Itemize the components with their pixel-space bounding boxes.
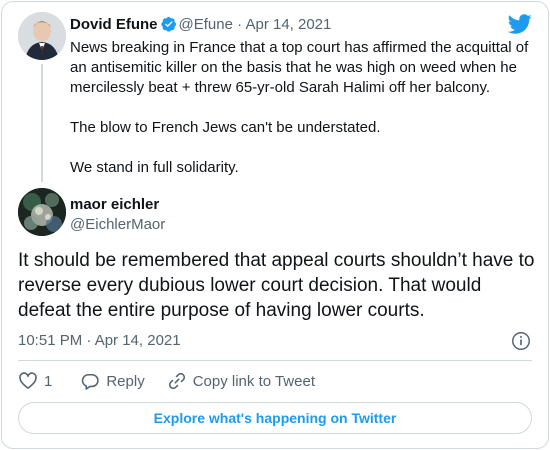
verified-badge-icon <box>160 17 176 32</box>
avatar[interactable] <box>18 12 66 60</box>
author-handle[interactable]: @EichlerMaor <box>70 216 165 234</box>
twitter-bird-icon[interactable] <box>508 12 532 36</box>
copy-link-button[interactable]: Copy link to Tweet <box>167 371 315 391</box>
copy-link-label: Copy link to Tweet <box>192 372 315 390</box>
link-icon <box>168 372 185 390</box>
author-name[interactable]: maor eichler <box>70 196 159 214</box>
thread-connector <box>41 64 43 182</box>
like-count: 1 <box>44 372 53 390</box>
like-button[interactable]: 1 <box>18 371 52 391</box>
explore-twitter-button[interactable]: Explore what's happening on Twitter <box>18 402 532 434</box>
quoted-date[interactable]: Apr 14, 2021 <box>245 16 331 33</box>
info-icon[interactable] <box>510 330 532 352</box>
quoted-handle[interactable]: @Efune <box>179 16 233 33</box>
reply-button[interactable]: Reply <box>80 371 145 391</box>
tweet-timestamp[interactable]: 10:51 PM · Apr 14, 2021 <box>18 332 181 350</box>
quoted-tweet-text: News breaking in France that a top court… <box>70 38 542 198</box>
divider <box>18 360 532 361</box>
tweet-text: It should be remembered that appeal cour… <box>18 250 535 321</box>
action-bar: 1 Reply Copy link to Tweet <box>18 370 315 392</box>
heart-icon <box>19 372 37 389</box>
quoted-paragraph: We stand in full solidarity. <box>70 159 239 176</box>
quoted-tweet-header: Dovid Efune @Efune · Apr 14, 2021 <box>70 16 331 34</box>
reply-icon <box>82 373 100 390</box>
separator: · <box>237 16 243 33</box>
avatar[interactable] <box>18 188 66 236</box>
quoted-paragraph: The blow to French Jews can't be underst… <box>70 119 381 136</box>
reply-label: Reply <box>106 372 145 390</box>
explore-label: Explore what's happening on Twitter <box>153 410 397 426</box>
quoted-author-name[interactable]: Dovid Efune <box>70 16 158 33</box>
quoted-paragraph: News breaking in France that a top court… <box>70 39 529 96</box>
